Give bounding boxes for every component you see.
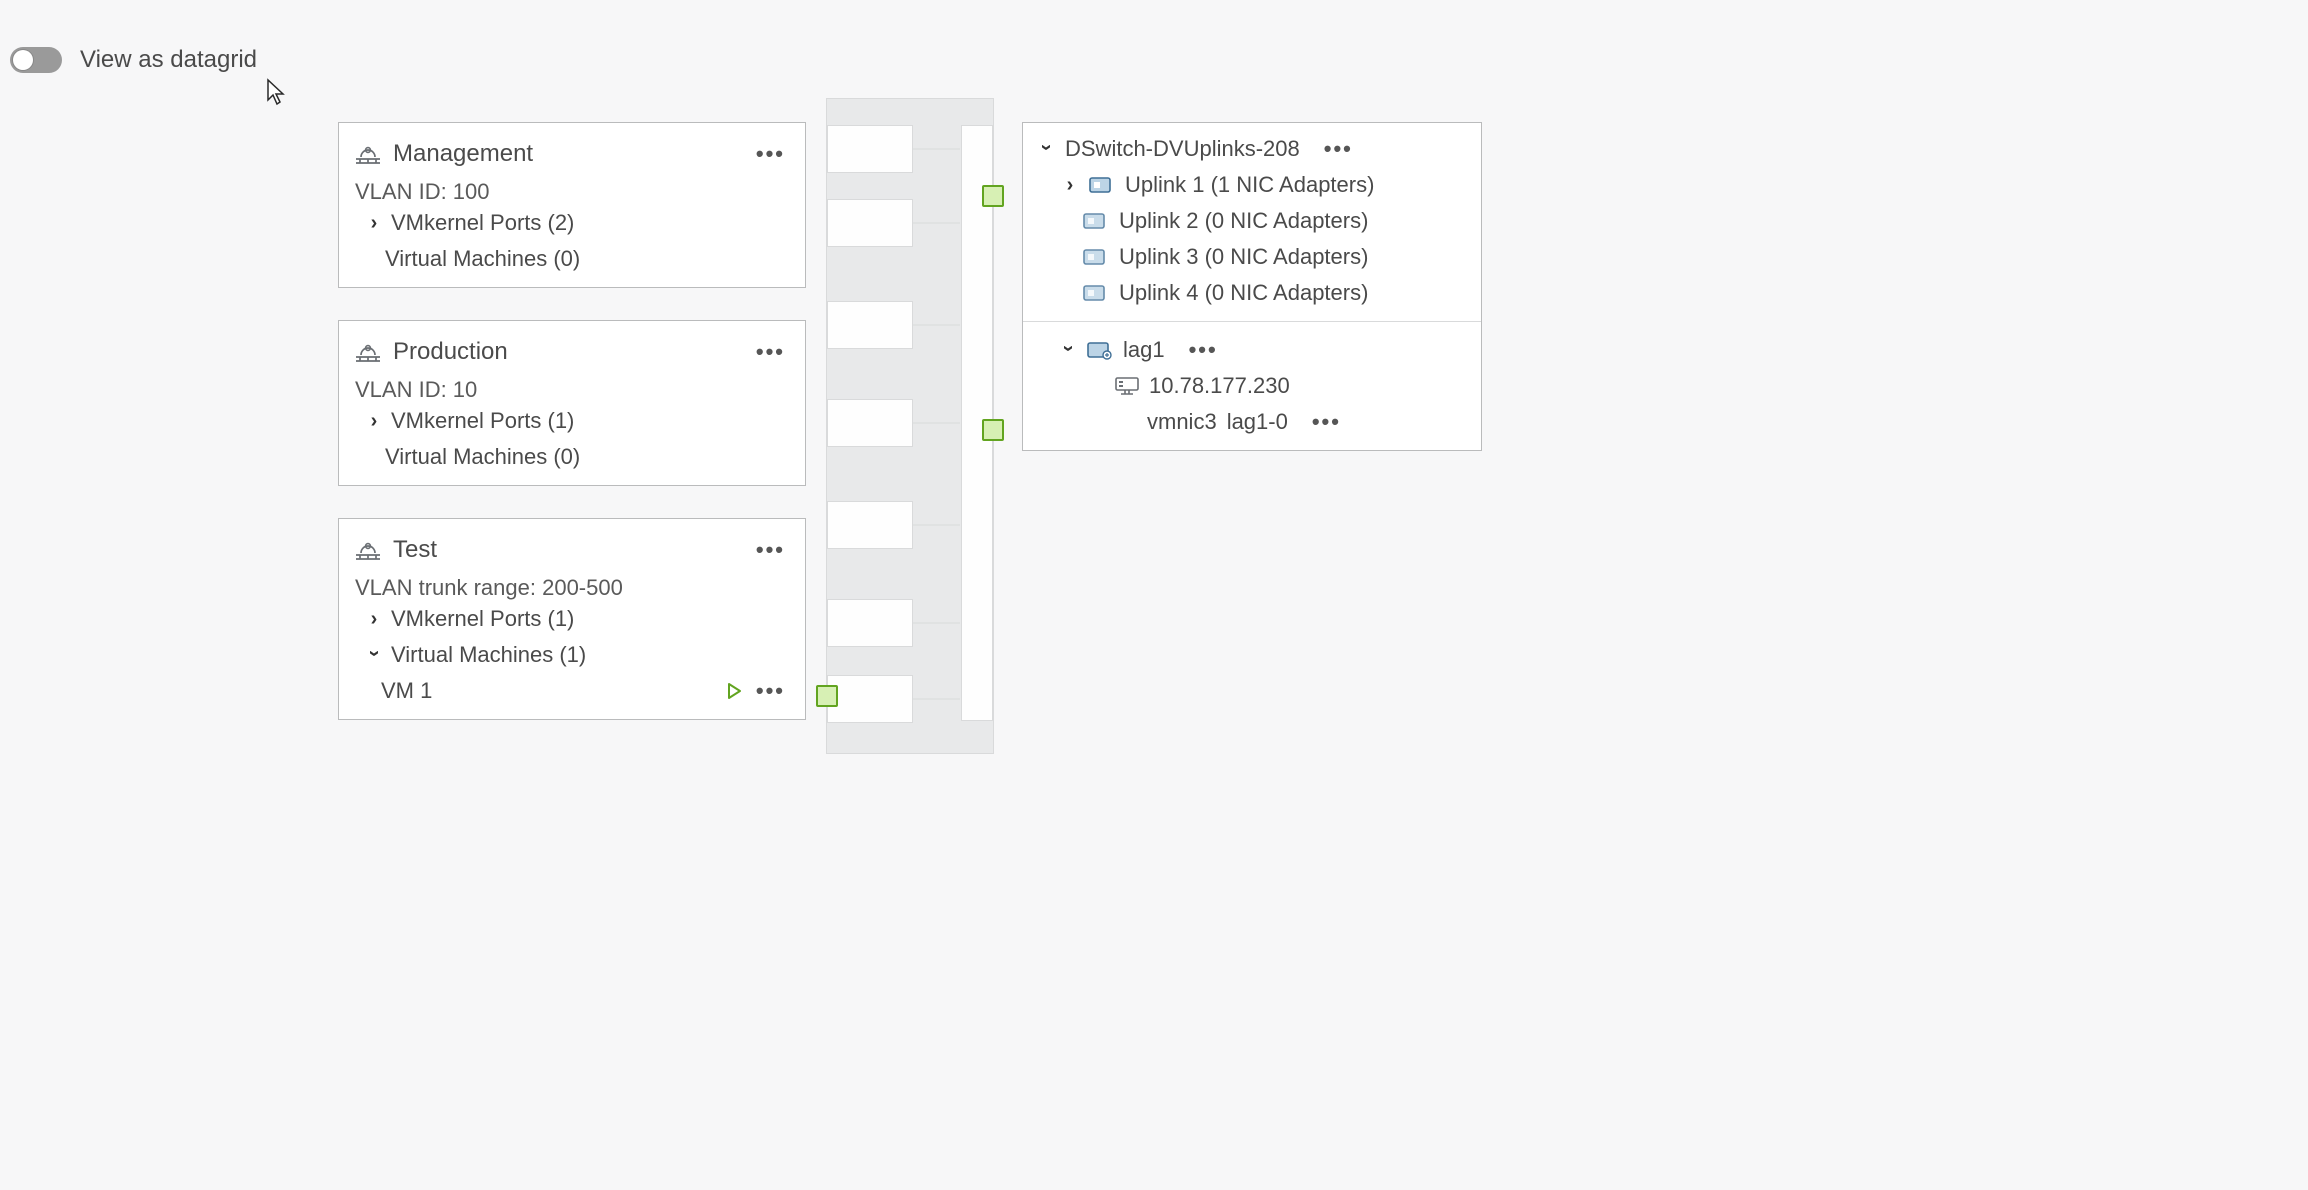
uplink-row[interactable]: › Uplink 1 (1 NIC Adapters): [1037, 167, 1467, 203]
nic-icon: [1083, 247, 1109, 267]
uplink-label: Uplink 4 (0 NIC Adapters): [1119, 280, 1368, 306]
uplink-row[interactable]: Uplink 3 (0 NIC Adapters): [1037, 239, 1467, 275]
portgroup-vm-row[interactable]: Virtual Machines (0): [355, 439, 789, 475]
portgroup-vmk-label: VMkernel Ports (1): [391, 408, 574, 434]
spine-row-3: [827, 501, 913, 549]
portgroup-vmk-row[interactable]: › VMkernel Ports (2): [355, 205, 789, 241]
chevron-right-icon[interactable]: ›: [365, 212, 383, 235]
portgroup-vm-label: Virtual Machines (0): [385, 246, 580, 272]
network-icon: [355, 539, 381, 561]
portgroup-vm-label: Virtual Machines (1): [391, 642, 586, 668]
portgroup-header: Production •••: [355, 331, 789, 373]
chevron-right-icon[interactable]: ›: [365, 608, 383, 631]
portgroup-vmk-label: VMkernel Ports (1): [391, 606, 574, 632]
chevron-down-icon[interactable]: ›: [1057, 339, 1080, 357]
topology-root: View as datagrid: [0, 0, 2308, 1190]
status-square-2: [982, 419, 1004, 441]
chevron-right-icon[interactable]: ›: [365, 410, 383, 433]
portgroup-vmk-row[interactable]: › VMkernel Ports (1): [355, 403, 789, 439]
host-icon: [1115, 376, 1139, 396]
portgroup-subline: VLAN trunk range: 200-500: [355, 575, 789, 601]
uplinks-card: › DSwitch-DVUplinks-208 ••• › Uplink 1 (…: [1022, 122, 1482, 451]
network-icon: [355, 341, 381, 363]
portgroup-title: Test: [393, 536, 437, 564]
spine-row-3b: [827, 599, 913, 647]
portgroup-vm-label: Virtual Machines (0): [385, 444, 580, 470]
spine-row-1: [827, 125, 913, 173]
portgroup-actions[interactable]: •••: [752, 337, 789, 366]
uplinks-title: DSwitch-DVUplinks-208: [1065, 136, 1300, 162]
chevron-right-icon[interactable]: ›: [1061, 174, 1079, 197]
portgroup-subline: VLAN ID: 100: [355, 179, 789, 205]
separator: [1023, 321, 1481, 322]
spine-row-2b: [827, 399, 913, 447]
uplinks-header: › DSwitch-DVUplinks-208 •••: [1037, 131, 1467, 167]
chevron-down-icon[interactable]: ›: [363, 644, 386, 662]
portgroup-title: Management: [393, 140, 533, 168]
portgroup-header: Management •••: [355, 133, 789, 175]
uplink-row[interactable]: Uplink 2 (0 NIC Adapters): [1037, 203, 1467, 239]
uplink-label: Uplink 3 (0 NIC Adapters): [1119, 244, 1368, 270]
spine-row-2: [827, 301, 913, 349]
portgroup-subline: VLAN ID: 10: [355, 377, 789, 403]
portgroup-actions[interactable]: •••: [752, 535, 789, 564]
vm-row[interactable]: VM 1 •••: [355, 673, 789, 709]
uplink-label: Uplink 2 (0 NIC Adapters): [1119, 208, 1368, 234]
play-icon: [724, 681, 744, 701]
lag-icon: [1087, 340, 1113, 360]
nic-icon: [1089, 175, 1115, 195]
uplink-label: Uplink 1 (1 NIC Adapters): [1125, 172, 1374, 198]
lag-nic-actions[interactable]: •••: [1308, 407, 1345, 437]
portgroup-vmk-row[interactable]: › VMkernel Ports (1): [355, 601, 789, 637]
portgroup-card-production: Production ••• VLAN ID: 10 › VMkernel Po…: [338, 320, 806, 486]
portgroup-vm-row[interactable]: › Virtual Machines (1): [355, 637, 789, 673]
status-square-3: [816, 685, 838, 707]
portgroup-header: Test •••: [355, 529, 789, 571]
lag-nic-row[interactable]: vmnic3 lag1-0 •••: [1037, 404, 1467, 440]
nic-icon: [1083, 211, 1109, 231]
topology-canvas: Management ••• VLAN ID: 100 › VMkernel P…: [0, 0, 2308, 1190]
vm-actions[interactable]: •••: [752, 676, 789, 706]
uplinks-actions[interactable]: •••: [1320, 134, 1357, 164]
lag-host-ip: 10.78.177.230: [1149, 373, 1290, 399]
spine-row-3c: [827, 675, 913, 723]
network-icon: [355, 143, 381, 165]
lag-actions[interactable]: •••: [1185, 335, 1222, 365]
lag-row[interactable]: › lag1 •••: [1037, 332, 1467, 368]
topology-spine: [826, 98, 994, 754]
lag-nic-lane: lag1-0: [1227, 409, 1288, 435]
nic-icon: [1083, 283, 1109, 303]
uplink-row[interactable]: Uplink 4 (0 NIC Adapters): [1037, 275, 1467, 311]
portgroup-card-management: Management ••• VLAN ID: 100 › VMkernel P…: [338, 122, 806, 288]
portgroup-card-test: Test ••• VLAN trunk range: 200-500 › VMk…: [338, 518, 806, 720]
status-square-1: [982, 185, 1004, 207]
lag-host-row[interactable]: 10.78.177.230: [1037, 368, 1467, 404]
vm-label: VM 1: [381, 678, 432, 704]
portgroup-vmk-label: VMkernel Ports (2): [391, 210, 574, 236]
lag-nic-physnic: vmnic3: [1147, 409, 1217, 435]
lag-name: lag1: [1123, 337, 1165, 363]
portgroup-title: Production: [393, 338, 508, 366]
portgroup-vm-row[interactable]: Virtual Machines (0): [355, 241, 789, 277]
spine-row-1b: [827, 199, 913, 247]
portgroup-actions[interactable]: •••: [752, 139, 789, 168]
chevron-down-icon[interactable]: ›: [1035, 138, 1058, 156]
